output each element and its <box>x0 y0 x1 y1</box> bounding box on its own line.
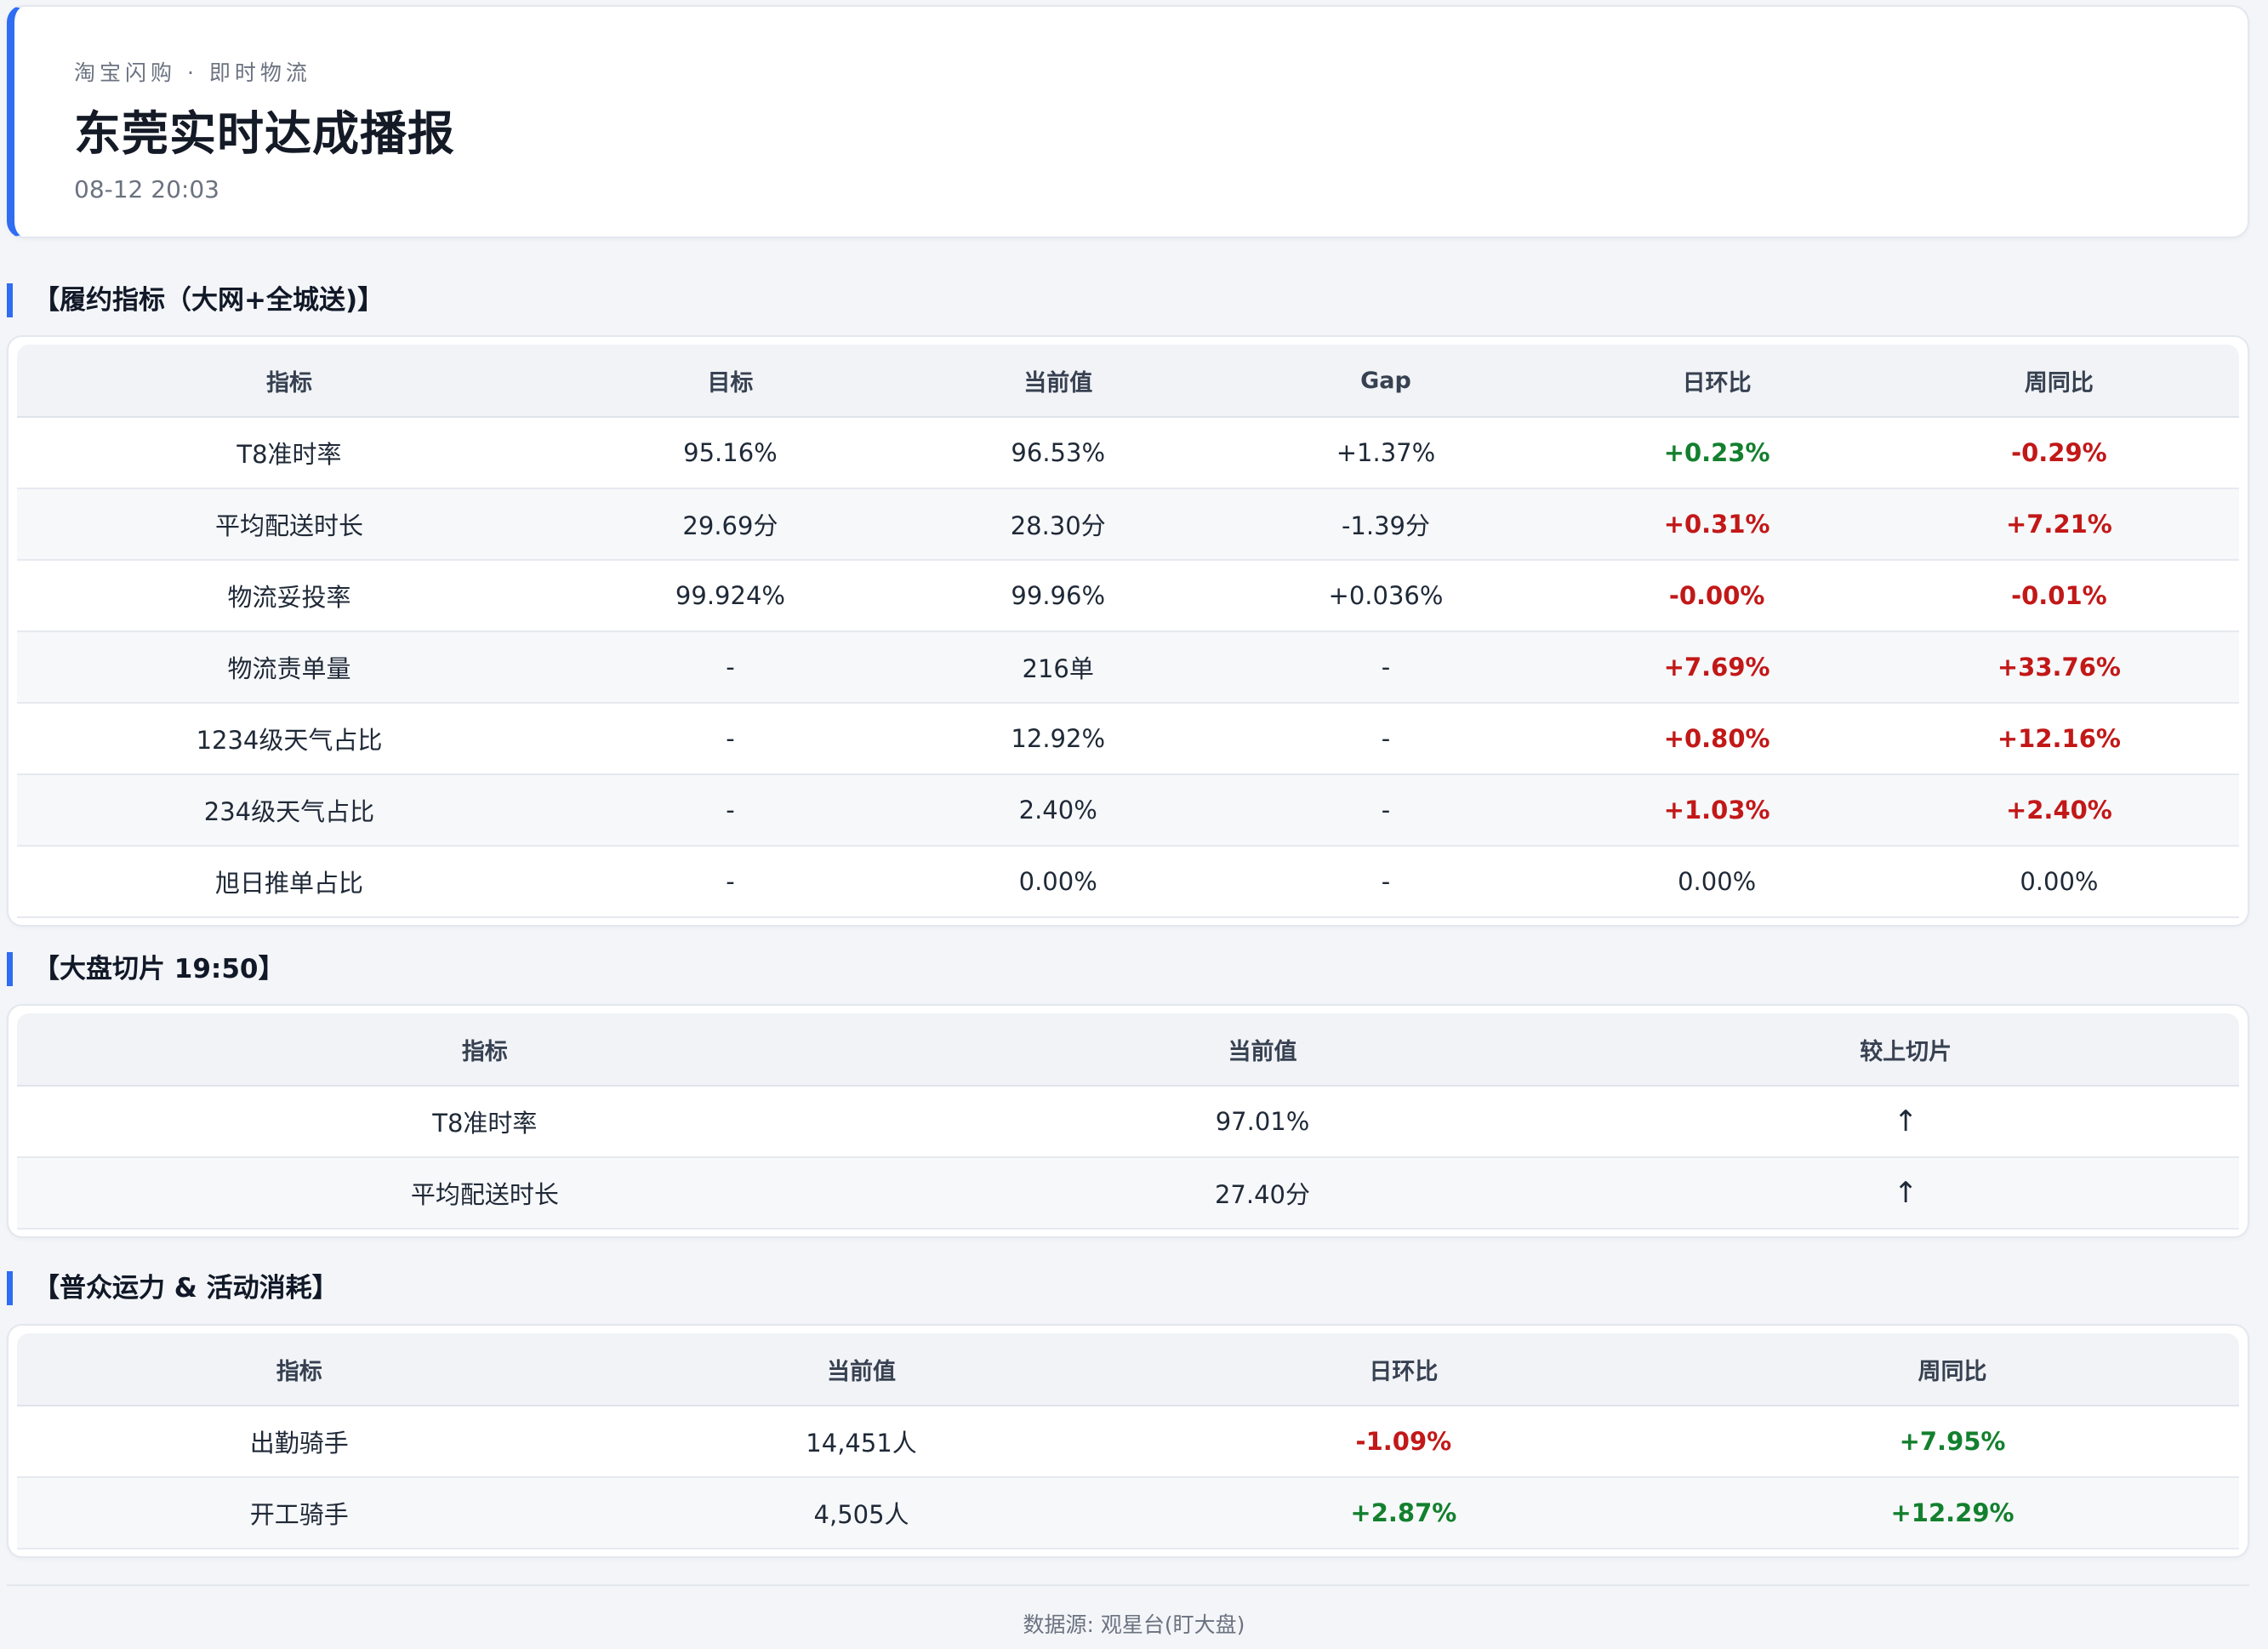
column-header: 周同比 <box>1878 345 2239 418</box>
metric-name-cell: 旭日推单占比 <box>17 846 561 918</box>
metric-value-cell: -1.09% <box>1141 1406 1667 1478</box>
column-header: 当前值 <box>952 1013 1573 1087</box>
report-timestamp: 08-12 20:03 <box>74 175 219 203</box>
metric-value-cell: ↑ <box>1572 1157 2239 1230</box>
metric-value-cell: 216单 <box>898 631 1217 704</box>
metric-name-cell: 平均配送时长 <box>17 1157 953 1230</box>
metric-value-cell: -0.01% <box>1878 560 2239 632</box>
table-row: 出勤骑手 14,451人 -1.09% +7.95% <box>17 1406 2239 1478</box>
metric-name-cell: 1234级天气占比 <box>17 703 561 775</box>
metric-value-cell: +1.03% <box>1554 774 1879 847</box>
column-header: 当前值 <box>898 345 1217 418</box>
metric-value-cell: - <box>561 846 899 918</box>
metric-value-cell: +0.036% <box>1217 560 1555 632</box>
metric-value-cell: - <box>1217 846 1555 918</box>
metric-value-cell: 4,505人 <box>581 1477 1142 1549</box>
metric-value-cell: +7.69% <box>1554 631 1879 704</box>
metric-value-cell: - <box>561 631 899 704</box>
page-title: 东莞实时达成播报 <box>74 106 456 161</box>
metric-value-cell: 0.00% <box>1878 846 2239 918</box>
metric-value-cell: -0.29% <box>1878 417 2239 489</box>
column-header: 指标 <box>17 1333 582 1406</box>
table-row: T8准时率 95.16% 96.53% +1.37% +0.23% -0.29% <box>17 417 2239 489</box>
metric-value-cell: 27.40分 <box>952 1157 1573 1230</box>
table-row: 平均配送时长 27.40分 ↑ <box>17 1157 2239 1230</box>
column-header: 目标 <box>561 345 899 418</box>
column-header: 日环比 <box>1141 1333 1667 1406</box>
metric-value-cell: 99.96% <box>898 560 1217 632</box>
metric-value-cell: ↑ <box>1572 1086 2239 1158</box>
metric-value-cell: 28.30分 <box>898 488 1217 561</box>
fulfillment-table-card: 指标 目标 当前值 Gap 日环比 周同比 T8准时率 95.16% 96.53% +1.37%… <box>7 335 2249 927</box>
metric-name-cell: 平均配送时长 <box>17 488 561 561</box>
metric-value-cell: -1.39分 <box>1217 488 1555 561</box>
metric-value-cell: +12.29% <box>1666 1477 2239 1549</box>
capacity-table: 指标 当前值 日环比 周同比 出勤骑手 14,451人 -1.09% +7.95% 开工骑手 4… <box>17 1333 2239 1549</box>
metric-name-cell: T8准时率 <box>17 417 561 489</box>
table-row: 物流妥投率 99.924% 99.96% +0.036% -0.00% -0.01% <box>17 560 2239 632</box>
metric-value-cell: - <box>561 703 899 775</box>
metric-value-cell: 95.16% <box>561 417 899 489</box>
section-title-fulfillment: 【履约指标（大网+全城送)】 <box>7 283 384 317</box>
metric-value-cell: 97.01% <box>952 1086 1573 1158</box>
table-row: 物流责单量 -216单 - +7.69% +33.76% <box>17 631 2239 704</box>
metric-value-cell: +2.40% <box>1878 774 2239 847</box>
column-header: 日环比 <box>1554 345 1879 418</box>
metric-value-cell: 0.00% <box>1554 846 1879 918</box>
column-header: 指标 <box>17 345 561 418</box>
table-row: 平均配送时长 29.69分 28.30分 -1.39分 +0.31% +7.21% <box>17 488 2239 561</box>
header-card: 淘宝闪购 · 即时物流 东莞实时达成播报 08-12 20:03 <box>7 5 2249 238</box>
table-row: 开工骑手 4,505人 +2.87% +12.29% <box>17 1477 2239 1549</box>
metric-value-cell: 29.69分 <box>561 488 899 561</box>
table-row: 1234级天气占比 -12.92% - +0.80% +12.16% <box>17 703 2239 775</box>
metric-value-cell: +7.95% <box>1666 1406 2239 1478</box>
metric-value-cell: +7.21% <box>1878 488 2239 561</box>
column-header: 指标 <box>17 1013 953 1087</box>
metric-name-cell: 234级天气占比 <box>17 774 561 847</box>
metric-value-cell: -0.00% <box>1554 560 1879 632</box>
metric-value-cell: 14,451人 <box>581 1406 1142 1478</box>
metric-value-cell: 0.00% <box>898 846 1217 918</box>
metric-name-cell: 物流责单量 <box>17 631 561 704</box>
metric-name-cell: 出勤骑手 <box>17 1406 582 1478</box>
footer-divider <box>7 1584 2249 1586</box>
table-row: 234级天气占比 -2.40% - +1.03% +2.40% <box>17 774 2239 847</box>
metric-value-cell: - <box>1217 631 1555 704</box>
metric-value-cell: +0.80% <box>1554 703 1879 775</box>
column-header: 较上切片 <box>1572 1013 2239 1087</box>
metric-value-cell: 99.924% <box>561 560 899 632</box>
metric-value-cell: 12.92% <box>898 703 1217 775</box>
fulfillment-table: 指标 目标 当前值 Gap 日环比 周同比 T8准时率 95.16% 96.53% +1.37%… <box>17 345 2239 918</box>
metric-value-cell: +12.16% <box>1878 703 2239 775</box>
metric-value-cell: - <box>1217 703 1555 775</box>
metric-value-cell: +2.87% <box>1141 1477 1667 1549</box>
section-title-capacity: 【普众运力 & 活动消耗】 <box>7 1271 339 1305</box>
data-source-note: 数据源: 观星台(盯大盘) <box>1023 1612 1245 1637</box>
metric-value-cell: 96.53% <box>898 417 1217 489</box>
column-header: Gap <box>1217 345 1555 418</box>
metric-value-cell: +0.31% <box>1554 488 1879 561</box>
column-header: 周同比 <box>1666 1333 2239 1406</box>
metric-value-cell: +1.37% <box>1217 417 1555 489</box>
metric-value-cell: - <box>1217 774 1555 847</box>
table-row: T8准时率 97.01% ↑ <box>17 1086 2239 1158</box>
table-row: 旭日推单占比 -0.00% -0.00% 0.00% <box>17 846 2239 918</box>
metric-value-cell: 2.40% <box>898 774 1217 847</box>
header-subtitle: 淘宝闪购 · 即时物流 <box>74 60 311 85</box>
metric-name-cell: 物流妥投率 <box>17 560 561 632</box>
snapshot-table-card: 指标 当前值 较上切片 T8准时率 97.01% ↑ 平均配送时长 27.40分 ↑ <box>7 1004 2249 1238</box>
metric-value-cell: +0.23% <box>1554 417 1879 489</box>
capacity-table-card: 指标 当前值 日环比 周同比 出勤骑手 14,451人 -1.09% +7.95% 开工骑手 4… <box>7 1324 2249 1558</box>
section-title-snapshot: 【大盘切片 19:50】 <box>7 952 284 986</box>
metric-name-cell: T8准时率 <box>17 1086 953 1158</box>
metric-value-cell: +33.76% <box>1878 631 2239 704</box>
metric-name-cell: 开工骑手 <box>17 1477 582 1549</box>
metric-value-cell: - <box>561 774 899 847</box>
column-header: 当前值 <box>581 1333 1142 1406</box>
snapshot-table: 指标 当前值 较上切片 T8准时率 97.01% ↑ 平均配送时长 27.40分 ↑ <box>17 1013 2239 1230</box>
